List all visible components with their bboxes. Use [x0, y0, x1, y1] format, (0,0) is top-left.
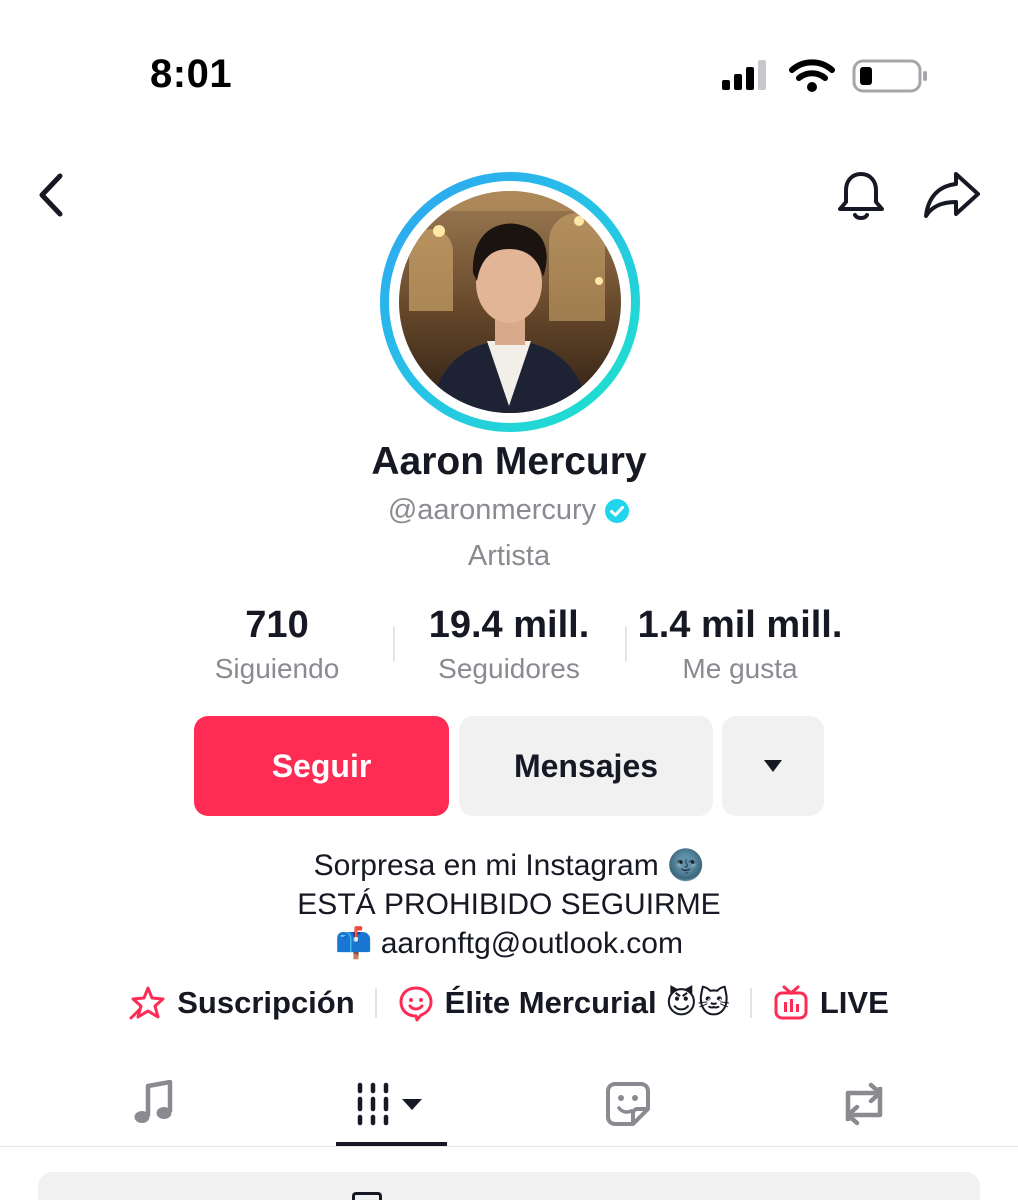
stat-likes-value: 1.4 mil mill.	[637, 604, 843, 646]
content-card[interactable]	[38, 1172, 980, 1200]
bio-line: ESTÁ PROHIBIDO SEGUIRME	[297, 888, 721, 921]
battery-icon	[852, 59, 927, 93]
tab-music[interactable]	[104, 1074, 204, 1134]
more-options-button[interactable]	[722, 716, 824, 816]
avatar-story-ring[interactable]	[380, 172, 640, 432]
sticker-icon	[606, 1082, 650, 1126]
stat-following[interactable]: 710 Siguiendo	[157, 604, 397, 685]
chevron-left-icon[interactable]	[30, 170, 74, 220]
profile-page: 8:01 Aaron Mercury @aaronmercury Artista…	[0, 0, 1018, 1200]
link-divider	[749, 988, 752, 1018]
wifi-icon	[789, 59, 835, 92]
message-button[interactable]: Mensajes	[459, 716, 713, 816]
bio-line: Sorpresa en mi Instagram 🌚	[313, 849, 705, 882]
bell-icon[interactable]	[834, 168, 888, 224]
profile-links: Suscripción Élite Mercurial 😈🐱 LIVE	[0, 984, 1018, 1022]
live-label: LIVE	[819, 985, 889, 1020]
stat-likes[interactable]: 1.4 mil mill. Me gusta	[620, 604, 860, 685]
live-tv-icon	[774, 985, 808, 1020]
stat-following-value: 710	[245, 604, 309, 646]
caret-down-icon	[764, 760, 782, 772]
stat-followers-value: 19.4 mill.	[428, 604, 590, 646]
stat-following-label: Siguiendo	[214, 653, 340, 684]
verified-badge-icon	[605, 498, 630, 523]
link-divider	[374, 988, 377, 1018]
tab-videos[interactable]	[340, 1074, 444, 1134]
videos-grid-icon	[357, 1082, 422, 1126]
bio-email-line[interactable]: 📫 aaronftg@outlook.com	[0, 924, 1018, 963]
lock-icon	[352, 1192, 382, 1200]
subscription-link[interactable]: Suscripción	[129, 984, 355, 1022]
stat-likes-label: Me gusta	[682, 653, 798, 684]
share-arrow-icon[interactable]	[922, 168, 982, 222]
subscription-star-icon	[129, 986, 165, 1020]
profile-category: Artista	[467, 540, 551, 572]
avatar	[399, 191, 621, 413]
username-handle: @aaronmercury	[387, 494, 597, 526]
fan-club-label: Élite Mercurial 😈🐱	[444, 985, 730, 1020]
stat-followers[interactable]: 19.4 mill. Seguidores	[389, 604, 629, 685]
repost-icon	[845, 1082, 883, 1126]
smile-bubble-icon	[399, 986, 433, 1022]
music-note-icon	[134, 1080, 173, 1123]
tab-stickers[interactable]	[578, 1074, 678, 1134]
fan-club-link[interactable]: Élite Mercurial 😈🐱	[397, 984, 730, 1022]
tab-reposts[interactable]	[814, 1074, 914, 1134]
status-time: 8:01	[150, 52, 233, 96]
cellular-signal-icon	[722, 60, 766, 90]
tabs-border	[0, 1146, 1018, 1147]
handle-row: @aaronmercury	[0, 494, 1018, 527]
display-name: Aaron Mercury	[371, 440, 647, 483]
subscription-label: Suscripción	[177, 985, 355, 1020]
stat-followers-label: Seguidores	[438, 653, 580, 684]
status-icons	[722, 59, 927, 93]
bio: Sorpresa en mi Instagram 🌚 ESTÁ PROHIBID…	[0, 846, 1018, 963]
follow-button[interactable]: Seguir	[194, 716, 449, 816]
live-link[interactable]: LIVE	[772, 984, 889, 1022]
